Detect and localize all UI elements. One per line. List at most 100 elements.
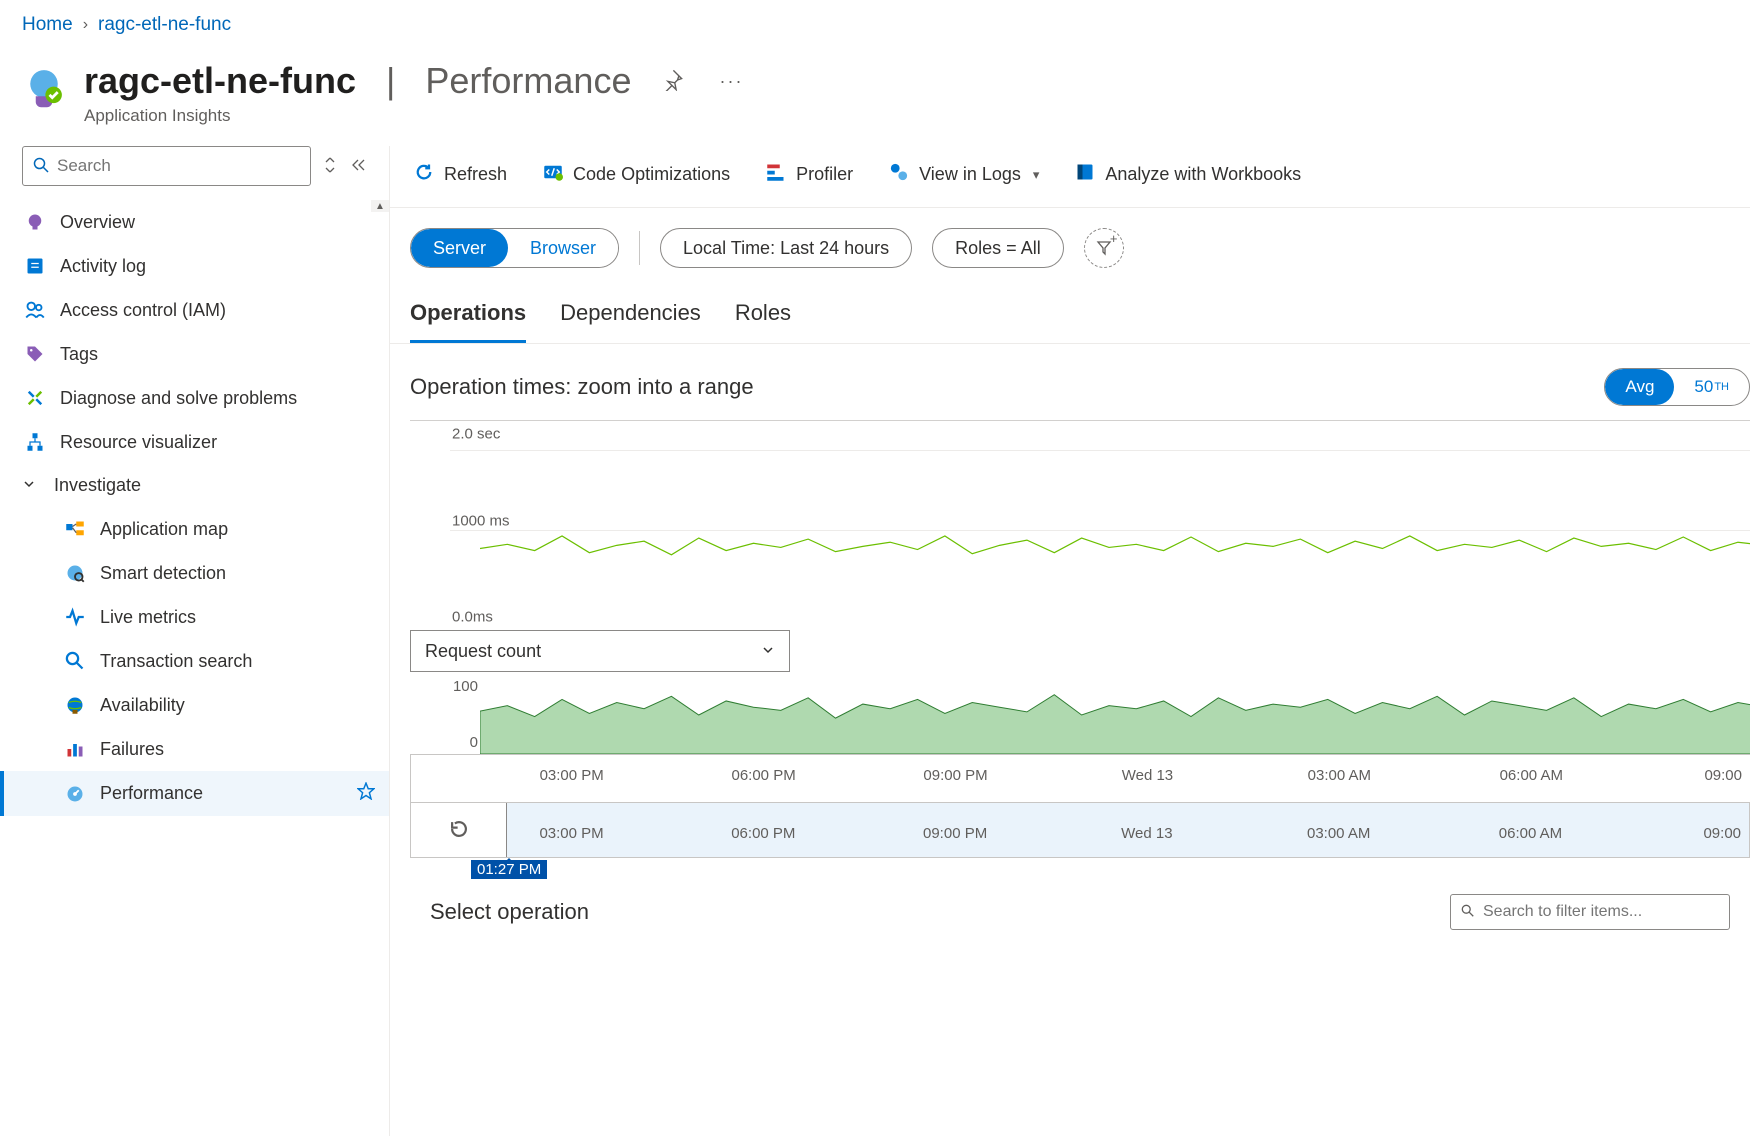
search-icon: [33, 157, 49, 176]
search-icon: [64, 650, 86, 672]
browser-pill[interactable]: Browser: [508, 229, 618, 267]
duration-chart[interactable]: 2.0 sec 1000 ms 0.0ms: [410, 420, 1750, 630]
collapse-sidebar-button[interactable]: [349, 158, 367, 175]
profiler-icon: [766, 162, 786, 187]
sidebar-item-label: Resource visualizer: [60, 432, 217, 453]
page-subtitle: Application Insights: [84, 106, 749, 126]
chart-area: Operation times: zoom into a range Avg 5…: [390, 344, 1750, 930]
sidebar-item-availability[interactable]: Availability: [0, 683, 389, 727]
time-tick: 06:00 PM: [731, 767, 795, 784]
time-tick: 06:00 PM: [731, 825, 795, 842]
diagnose-icon: [24, 387, 46, 409]
sidebar-item-label: Live metrics: [100, 607, 196, 628]
metric-tabs: Operations Dependencies Roles: [390, 278, 1750, 344]
time-tick: 03:00 PM: [539, 825, 603, 842]
now-marker: 01:27 PM: [471, 860, 547, 879]
sidebar-item-tags[interactable]: Tags: [0, 332, 389, 376]
refresh-button[interactable]: Refresh: [410, 156, 511, 193]
count-chart[interactable]: 100 0: [410, 676, 1750, 754]
sidebar-item-live-metrics[interactable]: Live metrics: [0, 595, 389, 639]
sidebar: ▲ Overview Activity log Access control (…: [0, 146, 390, 1136]
sidebar-item-label: Smart detection: [100, 563, 226, 584]
agg-avg-pill[interactable]: Avg: [1605, 369, 1674, 405]
code-opt-label: Code Optimizations: [573, 164, 730, 185]
sidebar-item-diagnose[interactable]: Diagnose and solve problems: [0, 376, 389, 420]
sidebar-search[interactable]: [22, 146, 311, 186]
sidebar-group-investigate[interactable]: Investigate: [0, 464, 389, 507]
analyze-workbooks-button[interactable]: Analyze with Workbooks: [1071, 156, 1305, 193]
sidebar-item-performance[interactable]: Performance: [0, 771, 389, 816]
chevron-down-icon: [22, 475, 40, 496]
sidebar-item-application-map[interactable]: Application map: [0, 507, 389, 551]
sidebar-item-transaction-search[interactable]: Transaction search: [0, 639, 389, 683]
duration-line: [480, 421, 1750, 630]
time-axis: 03:00 PM 06:00 PM 09:00 PM Wed 13 03:00 AM 06…: [410, 754, 1750, 802]
ellipsis-icon: ···: [719, 71, 743, 91]
time-tick: 09:00: [1704, 767, 1742, 784]
smart-detect-icon: [64, 562, 86, 584]
server-pill[interactable]: Server: [411, 229, 508, 267]
code-optimizations-button[interactable]: Code Optimizations: [539, 156, 734, 193]
time-tick: 06:00 AM: [1500, 767, 1563, 784]
sidebar-item-label: Transaction search: [100, 651, 252, 672]
view-in-logs-button[interactable]: View in Logs ▾: [885, 156, 1043, 193]
count-metric-label: Request count: [425, 641, 541, 662]
refresh-label: Refresh: [444, 164, 507, 185]
aggregation-pills: Avg 50TH: [1604, 368, 1750, 406]
roles-filter[interactable]: Roles = All: [932, 228, 1064, 268]
breadcrumb-home[interactable]: Home: [22, 14, 73, 36]
tab-dependencies[interactable]: Dependencies: [560, 300, 701, 343]
sidebar-item-label: Access control (IAM): [60, 300, 226, 321]
analyze-workbooks-label: Analyze with Workbooks: [1105, 164, 1301, 185]
agg-50th-pill[interactable]: 50TH: [1674, 369, 1749, 405]
operation-filter-search[interactable]: [1450, 894, 1730, 930]
activity-log-icon: [24, 255, 46, 277]
tags-icon: [24, 343, 46, 365]
time-tick: 09:00 PM: [923, 767, 987, 784]
pin-button[interactable]: [655, 63, 689, 100]
sidebar-item-access-control[interactable]: Access control (IAM): [0, 288, 389, 332]
sidebar-item-label: Performance: [100, 783, 203, 804]
sidebar-item-label: Diagnose and solve problems: [60, 388, 297, 409]
command-bar: Refresh Code Optimizations Profiler View…: [390, 146, 1750, 208]
sidebar-item-failures[interactable]: Failures: [0, 727, 389, 771]
sidebar-search-input[interactable]: [57, 156, 300, 176]
expand-search-icon[interactable]: [323, 156, 337, 177]
time-tick: Wed 13: [1122, 767, 1173, 784]
people-icon: [24, 299, 46, 321]
page-title: ragc-etl-ne-func: [84, 60, 356, 102]
favorite-icon[interactable]: [357, 782, 375, 805]
operation-filter-input[interactable]: [1483, 903, 1719, 921]
visualizer-icon: [24, 431, 46, 453]
sidebar-item-resource-visualizer[interactable]: Resource visualizer: [0, 420, 389, 464]
sidebar-item-activity-log[interactable]: Activity log: [0, 244, 389, 288]
search-icon: [1461, 904, 1475, 921]
more-button[interactable]: ···: [713, 65, 749, 98]
time-tick: 03:00 PM: [540, 767, 604, 784]
add-filter-button[interactable]: +: [1084, 228, 1124, 268]
count-metric-dropdown[interactable]: Request count: [410, 630, 790, 672]
workbook-icon: [1075, 162, 1095, 187]
refresh-icon: [414, 162, 434, 187]
time-zoom-strip[interactable]: 01:27 PM 03:00 PM06:00 PM09:00 PMWed 130…: [410, 802, 1750, 858]
reset-icon: [448, 818, 470, 843]
y-axis-label: 100: [453, 678, 478, 695]
time-range-filter[interactable]: Local Time: Last 24 hours: [660, 228, 912, 268]
sidebar-item-label: Activity log: [60, 256, 146, 277]
failures-icon: [64, 738, 86, 760]
time-tick: 03:00 AM: [1308, 767, 1371, 784]
breadcrumb-separator: ›: [83, 16, 88, 34]
time-tick: 09:00 PM: [923, 825, 987, 842]
tab-roles[interactable]: Roles: [735, 300, 791, 343]
breadcrumb: Home › ragc-etl-ne-func: [0, 0, 1750, 50]
sidebar-item-label: Tags: [60, 344, 98, 365]
zoom-reset-button[interactable]: [411, 803, 507, 857]
main-panel: Refresh Code Optimizations Profiler View…: [390, 146, 1750, 1136]
tab-operations[interactable]: Operations: [410, 300, 526, 343]
breadcrumb-resource[interactable]: ragc-etl-ne-func: [98, 14, 231, 36]
sidebar-item-smart-detection[interactable]: Smart detection: [0, 551, 389, 595]
sidebar-item-overview[interactable]: Overview: [0, 200, 389, 244]
logs-icon: [889, 162, 909, 187]
profiler-button[interactable]: Profiler: [762, 156, 857, 193]
sidebar-nav: ▲ Overview Activity log Access control (…: [0, 200, 389, 1136]
